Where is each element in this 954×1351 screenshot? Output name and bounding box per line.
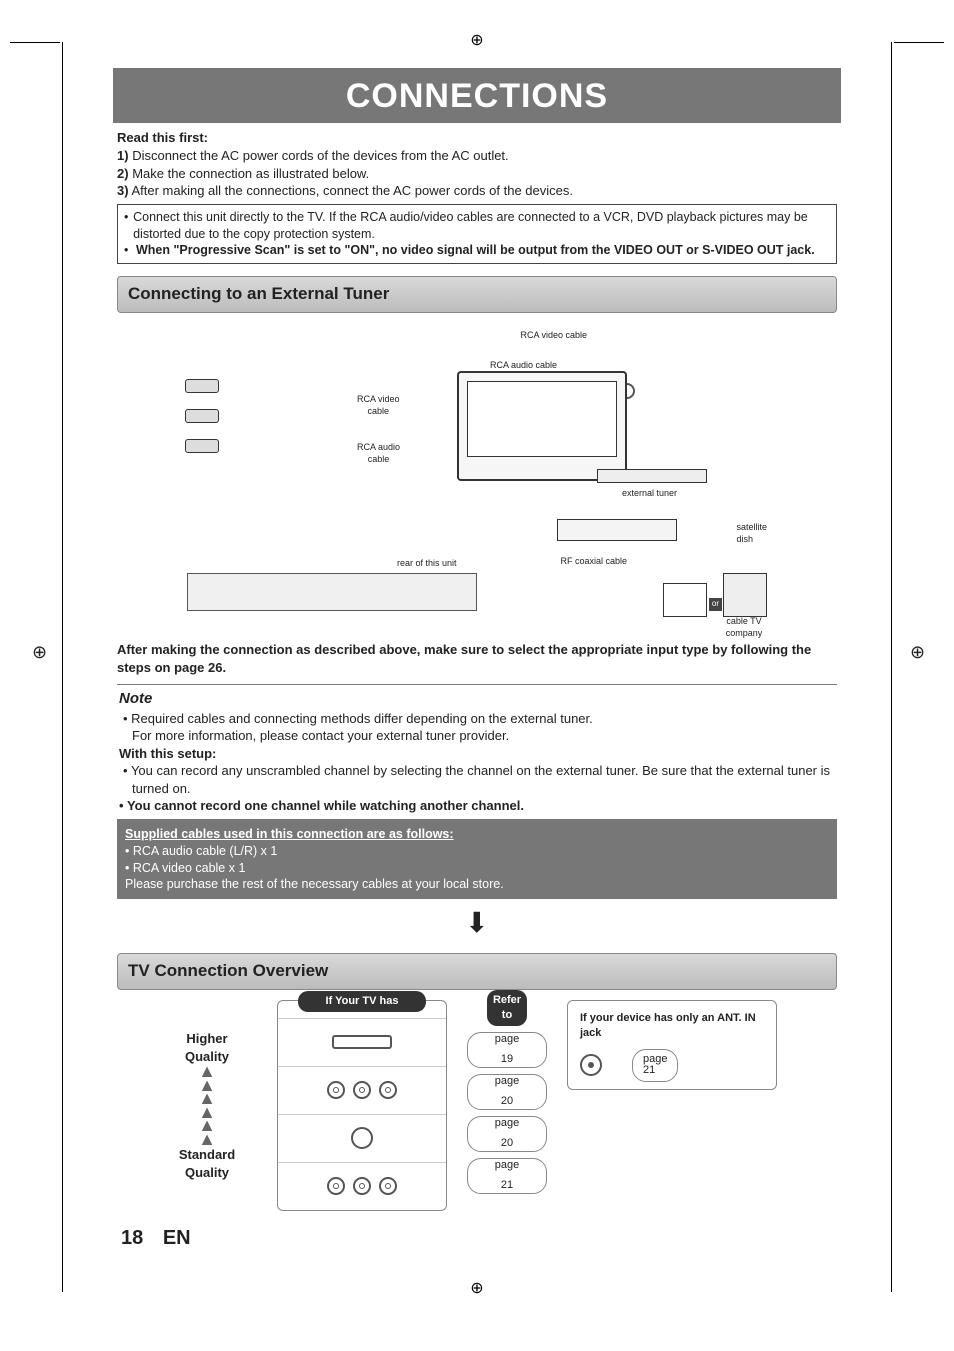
page-number: 18 [121, 1227, 143, 1249]
note-line-2: You can record any unscrambled channel b… [123, 762, 835, 797]
standard-quality-label: Standard Quality [157, 1146, 257, 1181]
coax-icon [580, 1054, 602, 1076]
note-line-3: • You cannot record one channel while wa… [119, 797, 835, 815]
label-rca-audio-cable: RCA audio cable [490, 359, 557, 371]
label-satellite-dish: satellite dish [736, 521, 767, 545]
page-ref-21: page21 [467, 1158, 547, 1194]
if-your-tv-has-header: If Your TV has [298, 991, 426, 1012]
step-1: 1) Disconnect the AC power cords of the … [117, 147, 837, 165]
page-ref-19: page19 [467, 1032, 547, 1068]
print-registration-right: ⊕ [910, 640, 925, 664]
section-tv-overview: TV Connection Overview [117, 953, 837, 990]
label-rca-video-cable: RCA video cable [520, 329, 587, 341]
section-external-tuner: Connecting to an External Tuner [117, 276, 837, 313]
tv-overview-chart: Higher Quality ▲▲▲▲▲▲ Standard Quality I… [117, 1000, 837, 1211]
print-registration-top: ⊕ [65, 30, 889, 52]
label-external-tuner: external tuner [622, 487, 677, 499]
quality-arrow-icon: ▲▲▲▲▲▲ [157, 1065, 257, 1146]
rca-icon [327, 1177, 345, 1195]
external-tuner-box [597, 469, 707, 483]
rca-icon [379, 1177, 397, 1195]
crop-mark [10, 42, 60, 43]
ant-in-heading: If your device has only an ANT. IN jack [580, 1011, 764, 1041]
supplied-line-3: Please purchase the rest of the necessar… [125, 876, 829, 893]
caution-line-2: When "Progressive Scan" is set to "ON", … [136, 242, 815, 259]
print-registration-bottom: ⊕ [65, 1278, 889, 1300]
step-3: 3) After making all the connections, con… [117, 182, 837, 200]
svideo-icon [351, 1127, 373, 1149]
cable-box-illustration [557, 519, 677, 541]
label-rear-of-unit: rear of this unit [397, 557, 457, 569]
higher-quality-label: Higher Quality [157, 1030, 257, 1065]
hdmi-jack-row [278, 1018, 446, 1066]
ant-in-jack-box: If your device has only an ANT. IN jack … [567, 1000, 777, 1090]
crop-mark [894, 42, 944, 43]
supplied-cables-bar: Supplied cables used in this connection … [117, 820, 837, 900]
supplied-heading: Supplied cables used in this connection … [125, 826, 829, 843]
supplied-line-2: • RCA video cable x 1 [125, 860, 829, 877]
print-registration-left: ⊕ [32, 640, 47, 664]
step-2: 2) Make the connection as illustrated be… [117, 165, 837, 183]
rca-icon [327, 1081, 345, 1099]
note-line-1: Required cables and connecting methods d… [123, 710, 835, 745]
refer-to-header: Refer to [487, 990, 527, 1026]
component-jack-row [278, 1066, 446, 1114]
composite-jack-row [278, 1162, 446, 1210]
crop-vert [62, 42, 63, 1292]
label-rf-coaxial: RF coaxial cable [560, 555, 627, 567]
note-block: Note Required cables and connecting meth… [117, 684, 837, 820]
rca-icon [353, 1081, 371, 1099]
hdmi-icon [332, 1035, 392, 1049]
supplied-line-1: • RCA audio cable (L/R) x 1 [125, 843, 829, 860]
label-rca-video-mid: RCA video cable [357, 393, 400, 417]
tv-illustration [457, 371, 627, 481]
rear-of-unit [187, 573, 477, 611]
rca-icon [379, 1081, 397, 1099]
with-this-setup: With this setup: [119, 745, 835, 763]
arrow-down-icon: ➡ [458, 907, 496, 937]
caution-line-1: Connect this unit directly to the TV. If… [133, 209, 830, 243]
page-title-bar: CONNECTIONS [113, 68, 841, 124]
read-first-heading: Read this first: [117, 129, 837, 147]
page-footer: 18 EN [121, 1225, 837, 1252]
rca-icon [353, 1177, 371, 1195]
caution-box: •Connect this unit directly to the TV. I… [117, 204, 837, 265]
building-icon [723, 573, 767, 617]
page-title: CONNECTIONS [113, 74, 841, 120]
crop-vert [891, 42, 892, 1292]
page-lang: EN [163, 1227, 191, 1249]
svideo-jack-row [278, 1114, 446, 1162]
ant-page-ref: page21 [632, 1049, 678, 1082]
house-icon [663, 583, 707, 617]
label-cable-tv-company: cable TV company [719, 615, 769, 639]
note-title: Note [119, 689, 835, 709]
left-cable-stack [185, 371, 237, 461]
label-rca-audio-mid: RCA audio cable [357, 441, 400, 465]
page-ref-20b: page20 [467, 1116, 547, 1152]
after-diagram-instruction: After making the connection as described… [117, 641, 837, 676]
connection-diagram: RCA video cable RCA audio cable external… [177, 321, 777, 621]
page-ref-20a: page20 [467, 1074, 547, 1110]
label-or: or [709, 598, 722, 611]
